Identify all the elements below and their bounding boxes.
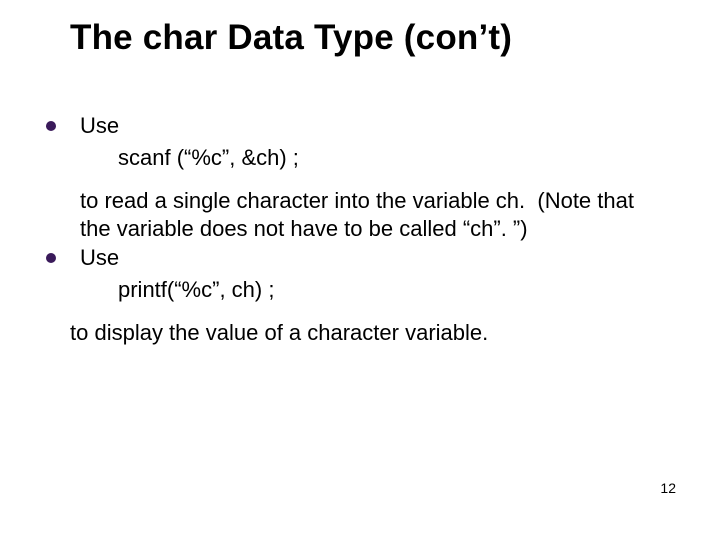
paragraph: to read a single character into the vari… [40, 187, 660, 242]
code-line: printf(“%c”, ch) ; [40, 276, 660, 304]
list-item-label: Use [80, 113, 119, 138]
list-item: Use [40, 112, 660, 140]
slide-content: Use scanf (“%c”, &ch) ; to read a single… [40, 112, 660, 347]
code-line: scanf (“%c”, &ch) ; [40, 144, 660, 172]
bullet-icon [46, 121, 56, 131]
slide: The char Data Type (con’t) Use scanf (“%… [0, 0, 720, 540]
list-item-label: Use [80, 245, 119, 270]
list-item: Use [40, 244, 660, 272]
paragraph: to display the value of a character vari… [40, 319, 660, 347]
slide-title: The char Data Type (con’t) [70, 18, 670, 58]
page-number: 12 [660, 480, 676, 496]
bullet-icon [46, 253, 56, 263]
